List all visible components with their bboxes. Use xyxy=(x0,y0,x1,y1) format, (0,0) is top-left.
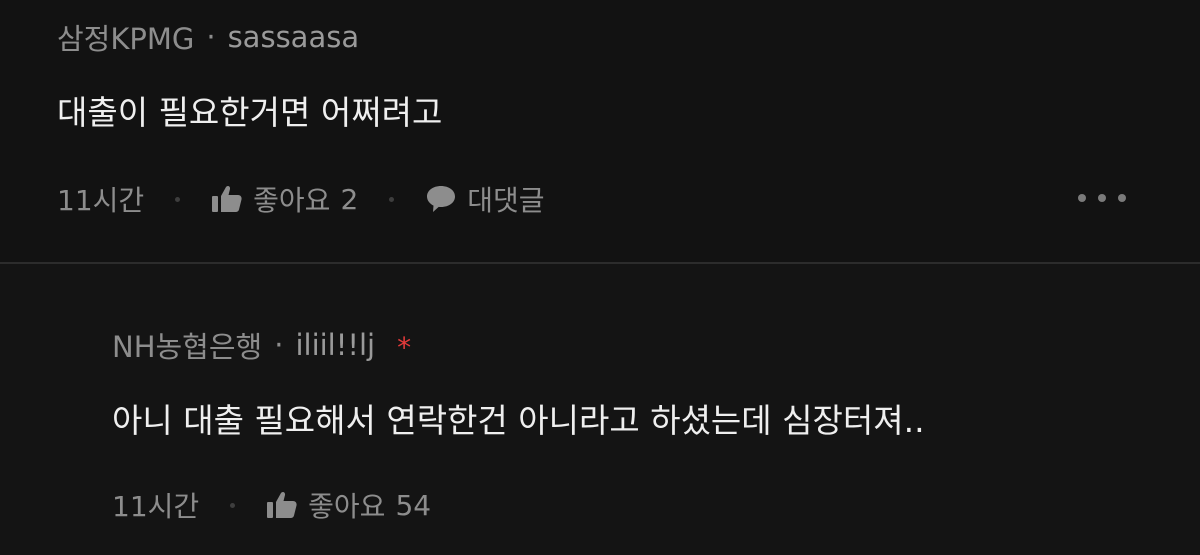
author-name[interactable]: NH농협은행 xyxy=(112,324,262,366)
author-name[interactable]: 삼정KPMG xyxy=(57,16,194,58)
reply-meta: NH농협은행 · iliil!!lj * xyxy=(112,324,411,366)
like-count: 2 xyxy=(340,182,359,216)
action-separator xyxy=(175,196,181,202)
author-badge: * xyxy=(397,330,412,364)
meta-separator: · xyxy=(206,20,216,54)
reply-label: 대댓글 xyxy=(467,184,545,217)
more-dot xyxy=(1118,194,1126,202)
comment-thread: 삼정KPMG · sassaasa 대출이 필요한거면 어쩌려고 11시간 좋아… xyxy=(0,0,1200,555)
reply-button[interactable]: 대댓글 xyxy=(425,179,545,219)
comment-item: 삼정KPMG · sassaasa 대출이 필요한거면 어쩌려고 11시간 좋아… xyxy=(0,0,1200,262)
like-button[interactable]: 좋아요 54 xyxy=(266,485,431,525)
comment-actions: 11시간 좋아요 2 대댓글 xyxy=(57,178,545,220)
reply-actions: 11시간 좋아요 54 xyxy=(112,484,431,526)
more-options-button[interactable] xyxy=(1078,186,1126,210)
more-dot xyxy=(1078,194,1086,202)
like-button[interactable]: 좋아요 2 xyxy=(211,179,358,219)
like-count: 54 xyxy=(395,488,432,522)
like-label: 좋아요 xyxy=(308,490,386,523)
more-dot xyxy=(1098,194,1106,202)
like-label: 좋아요 xyxy=(253,184,331,217)
thumbs-up-icon xyxy=(266,491,298,519)
action-separator xyxy=(230,502,236,508)
speech-bubble-icon xyxy=(425,184,457,214)
author-nickname[interactable]: iliil!!lj xyxy=(295,328,375,362)
thumbs-up-icon xyxy=(211,185,243,213)
action-separator xyxy=(389,196,395,202)
meta-separator: · xyxy=(274,328,284,362)
comment-text: 대출이 필요한거면 어쩌려고 xyxy=(57,93,443,132)
author-nickname[interactable]: sassaasa xyxy=(228,20,360,54)
comment-time: 11시간 xyxy=(57,184,145,217)
reply-item: NH농협은행 · iliil!!lj * 아니 대출 필요해서 연락한건 아니라… xyxy=(0,264,1200,555)
reply-text: 아니 대출 필요해서 연락한건 아니라고 하셨는데 심장터져.. xyxy=(112,401,925,440)
reply-time: 11시간 xyxy=(112,490,200,523)
comment-meta: 삼정KPMG · sassaasa xyxy=(57,16,359,58)
